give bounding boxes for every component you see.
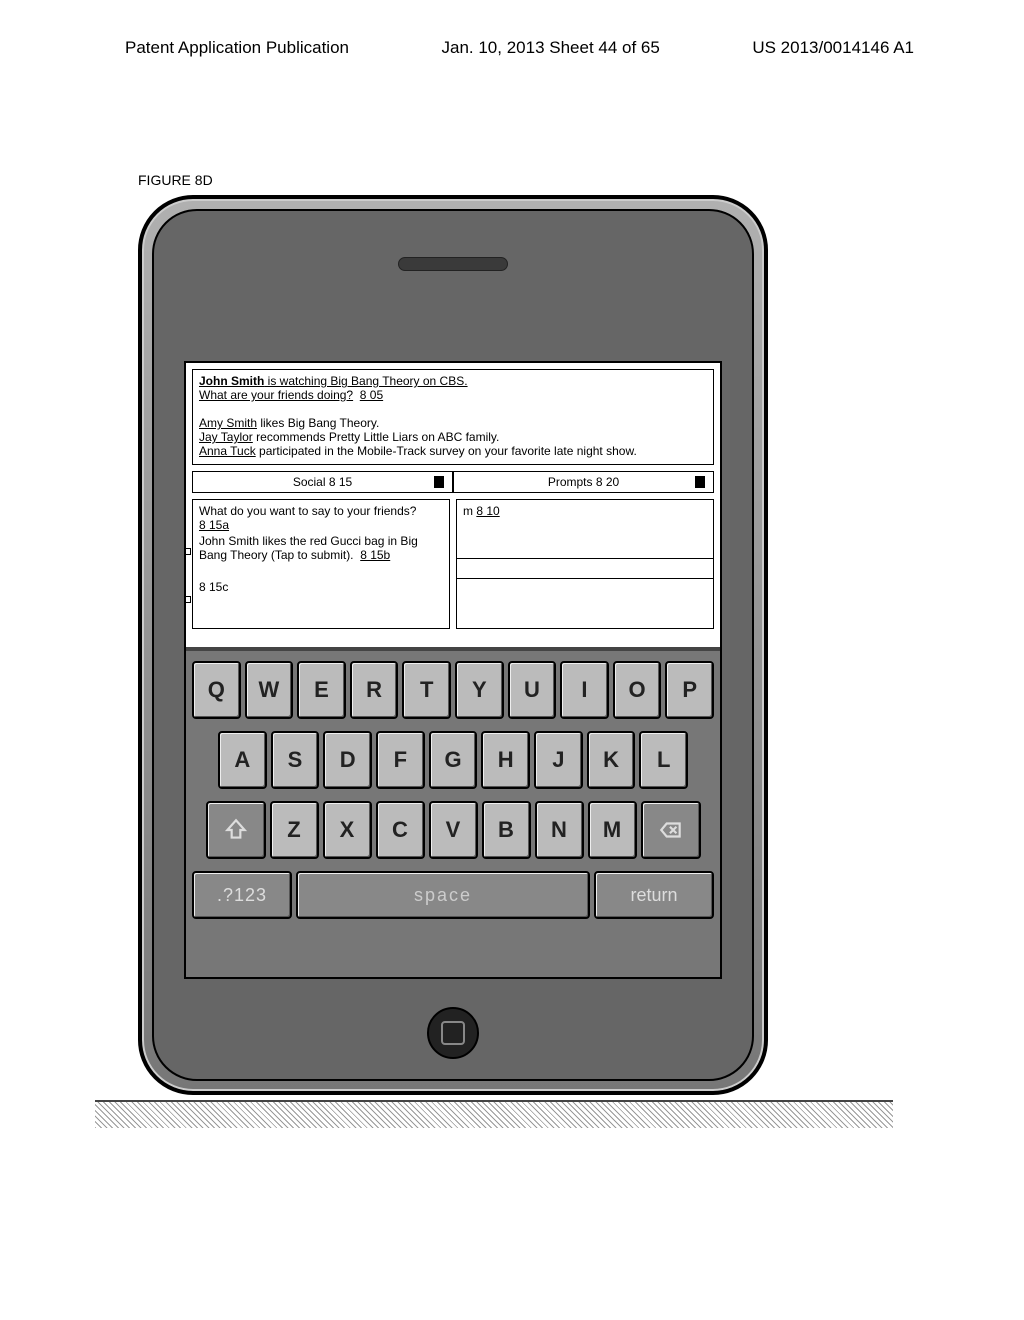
- home-button[interactable]: [427, 1007, 479, 1059]
- social-compose-panel[interactable]: What do you want to say to your friends?…: [192, 499, 450, 629]
- key-h[interactable]: H: [481, 731, 530, 789]
- key-z[interactable]: Z: [270, 801, 319, 859]
- feed-panel: John Smith is watching Big Bang Theory o…: [192, 369, 714, 465]
- columns: What do you want to say to your friends?…: [192, 499, 714, 629]
- prompts-text: m 8 10: [463, 504, 707, 518]
- tab-social-label: Social 8 15: [293, 475, 352, 489]
- key-shift[interactable]: [206, 801, 266, 859]
- keyboard-row-3: Z X C V B N M: [188, 801, 718, 859]
- key-s[interactable]: S: [271, 731, 320, 789]
- floor-hatching: [95, 1100, 893, 1128]
- figure-label: FIGURE 8D: [138, 172, 213, 188]
- friends-question: What are your friends doing?: [199, 388, 353, 402]
- friends-question-line: What are your friends doing? 8 05: [199, 388, 707, 402]
- checkbox-icon[interactable]: [184, 596, 191, 603]
- key-r[interactable]: R: [350, 661, 399, 719]
- header-left: Patent Application Publication: [125, 38, 349, 58]
- keyboard-row-4: .?123 space return: [188, 871, 718, 919]
- arrow-down-icon: [434, 476, 444, 488]
- key-a[interactable]: A: [218, 731, 267, 789]
- key-f[interactable]: F: [376, 731, 425, 789]
- ref-815b: 8 15b: [360, 548, 390, 562]
- key-w[interactable]: W: [245, 661, 294, 719]
- key-d[interactable]: D: [323, 731, 372, 789]
- phone-device: John Smith is watching Big Bang Theory o…: [138, 195, 768, 1095]
- key-g[interactable]: G: [429, 731, 478, 789]
- divider: [457, 578, 713, 579]
- status-line: John Smith is watching Big Bang Theory o…: [199, 374, 707, 388]
- friends-question-ref: 8 05: [360, 388, 383, 402]
- key-backspace[interactable]: [641, 801, 701, 859]
- onscreen-keyboard: Q W E R T Y U I O P A S D F G H: [186, 647, 720, 977]
- status-rest: is watching Big Bang Theory on CBS.: [264, 374, 467, 388]
- key-v[interactable]: V: [429, 801, 478, 859]
- key-u[interactable]: U: [508, 661, 557, 719]
- key-space[interactable]: space: [296, 871, 590, 919]
- status-name: John Smith: [199, 374, 264, 388]
- key-i[interactable]: I: [560, 661, 609, 719]
- keyboard-row-2: A S D F G H J K L: [188, 731, 718, 789]
- key-e[interactable]: E: [297, 661, 346, 719]
- checkbox-icon[interactable]: [184, 548, 191, 555]
- key-j[interactable]: J: [534, 731, 583, 789]
- shift-icon: [223, 817, 249, 843]
- phone-screen: John Smith is watching Big Bang Theory o…: [184, 361, 722, 979]
- feed-items: Amy Smith likes Big Bang Theory. Jay Tay…: [199, 416, 707, 458]
- divider: [457, 558, 713, 559]
- key-c[interactable]: C: [376, 801, 425, 859]
- key-k[interactable]: K: [587, 731, 636, 789]
- header-right: US 2013/0014146 A1: [752, 38, 914, 58]
- phone-speaker: [398, 257, 508, 271]
- key-l[interactable]: L: [639, 731, 688, 789]
- compose-prompt: What do you want to say to your friends?: [199, 504, 443, 518]
- key-m[interactable]: M: [588, 801, 637, 859]
- phone-bezel: John Smith is watching Big Bang Theory o…: [152, 209, 754, 1081]
- key-symbols[interactable]: .?123: [192, 871, 292, 919]
- ref-815c: 8 15c: [199, 580, 443, 594]
- keyboard-row-1: Q W E R T Y U I O P: [188, 661, 718, 719]
- tab-social[interactable]: Social 8 15: [192, 471, 453, 493]
- tab-prompts[interactable]: Prompts 8 20: [453, 471, 714, 493]
- feed-item: Anna Tuck participated in the Mobile-Tra…: [199, 444, 707, 458]
- ref-815a: 8 15a: [199, 518, 229, 532]
- key-b[interactable]: B: [482, 801, 531, 859]
- header-center: Jan. 10, 2013 Sheet 44 of 65: [442, 38, 660, 58]
- feed-item: Jay Taylor recommends Pretty Little Liar…: [199, 430, 707, 444]
- page-header: Patent Application Publication Jan. 10, …: [0, 38, 1024, 58]
- backspace-icon: [658, 817, 684, 843]
- prompts-panel[interactable]: m 8 10: [456, 499, 714, 629]
- tab-prompts-label: Prompts 8 20: [548, 475, 619, 489]
- key-o[interactable]: O: [613, 661, 662, 719]
- tabs-row: Social 8 15 Prompts 8 20: [192, 471, 714, 493]
- feed-item: Amy Smith likes Big Bang Theory.: [199, 416, 707, 430]
- key-q[interactable]: Q: [192, 661, 241, 719]
- key-x[interactable]: X: [323, 801, 372, 859]
- key-return[interactable]: return: [594, 871, 714, 919]
- key-p[interactable]: P: [665, 661, 714, 719]
- arrow-down-icon: [695, 476, 705, 488]
- key-t[interactable]: T: [402, 661, 451, 719]
- key-n[interactable]: N: [535, 801, 584, 859]
- key-y[interactable]: Y: [455, 661, 504, 719]
- ref-810: 8 10: [476, 504, 499, 518]
